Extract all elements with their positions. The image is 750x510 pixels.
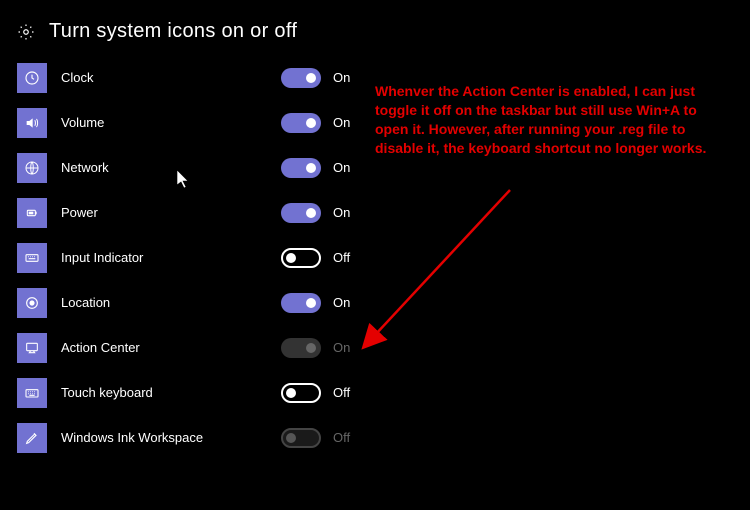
gear-icon (17, 23, 35, 41)
location-icon (17, 288, 47, 318)
row-location: Location On (17, 280, 733, 325)
row-label: Clock (61, 70, 281, 85)
toggle-volume[interactable] (281, 113, 321, 133)
row-touch-keyboard: Touch keyboard Off (17, 370, 733, 415)
row-label: Location (61, 295, 281, 310)
touch-icon (17, 378, 47, 408)
toggle-input-indicator[interactable] (281, 248, 321, 268)
row-label: Network (61, 160, 281, 175)
toggle-state-label: On (333, 205, 350, 220)
row-label: Power (61, 205, 281, 220)
annotation-text: Whenver the Action Center is enabled, I … (375, 82, 710, 158)
toggle-network[interactable] (281, 158, 321, 178)
row-action-center: Action Center On (17, 325, 733, 370)
toggle-touch-keyboard[interactable] (281, 383, 321, 403)
toggle-location[interactable] (281, 293, 321, 313)
network-icon (17, 153, 47, 183)
row-label: Windows Ink Workspace (61, 430, 281, 445)
volume-icon (17, 108, 47, 138)
row-label: Action Center (61, 340, 281, 355)
toggle-state-label: On (333, 295, 350, 310)
toggle-action-center (281, 338, 321, 358)
row-input-indicator: Input Indicator Off (17, 235, 733, 280)
toggle-state-label: Off (333, 430, 350, 445)
toggle-state-label: On (333, 160, 350, 175)
toggle-state-label: Off (333, 250, 350, 265)
toggle-clock[interactable] (281, 68, 321, 88)
toggle-state-label: On (333, 70, 350, 85)
toggle-state-label: On (333, 340, 350, 355)
toggle-state-label: On (333, 115, 350, 130)
row-power: Power On (17, 190, 733, 235)
toggle-power[interactable] (281, 203, 321, 223)
row-label: Touch keyboard (61, 385, 281, 400)
page-header: Turn system icons on or off (0, 0, 750, 55)
input-icon (17, 243, 47, 273)
clock-icon (17, 63, 47, 93)
row-windows-ink: Windows Ink Workspace Off (17, 415, 733, 460)
row-label: Input Indicator (61, 250, 281, 265)
power-icon (17, 198, 47, 228)
ink-icon (17, 423, 47, 453)
row-label: Volume (61, 115, 281, 130)
page-title: Turn system icons on or off (49, 20, 297, 43)
toggle-state-label: Off (333, 385, 350, 400)
action-icon (17, 333, 47, 363)
toggle-windows-ink (281, 428, 321, 448)
